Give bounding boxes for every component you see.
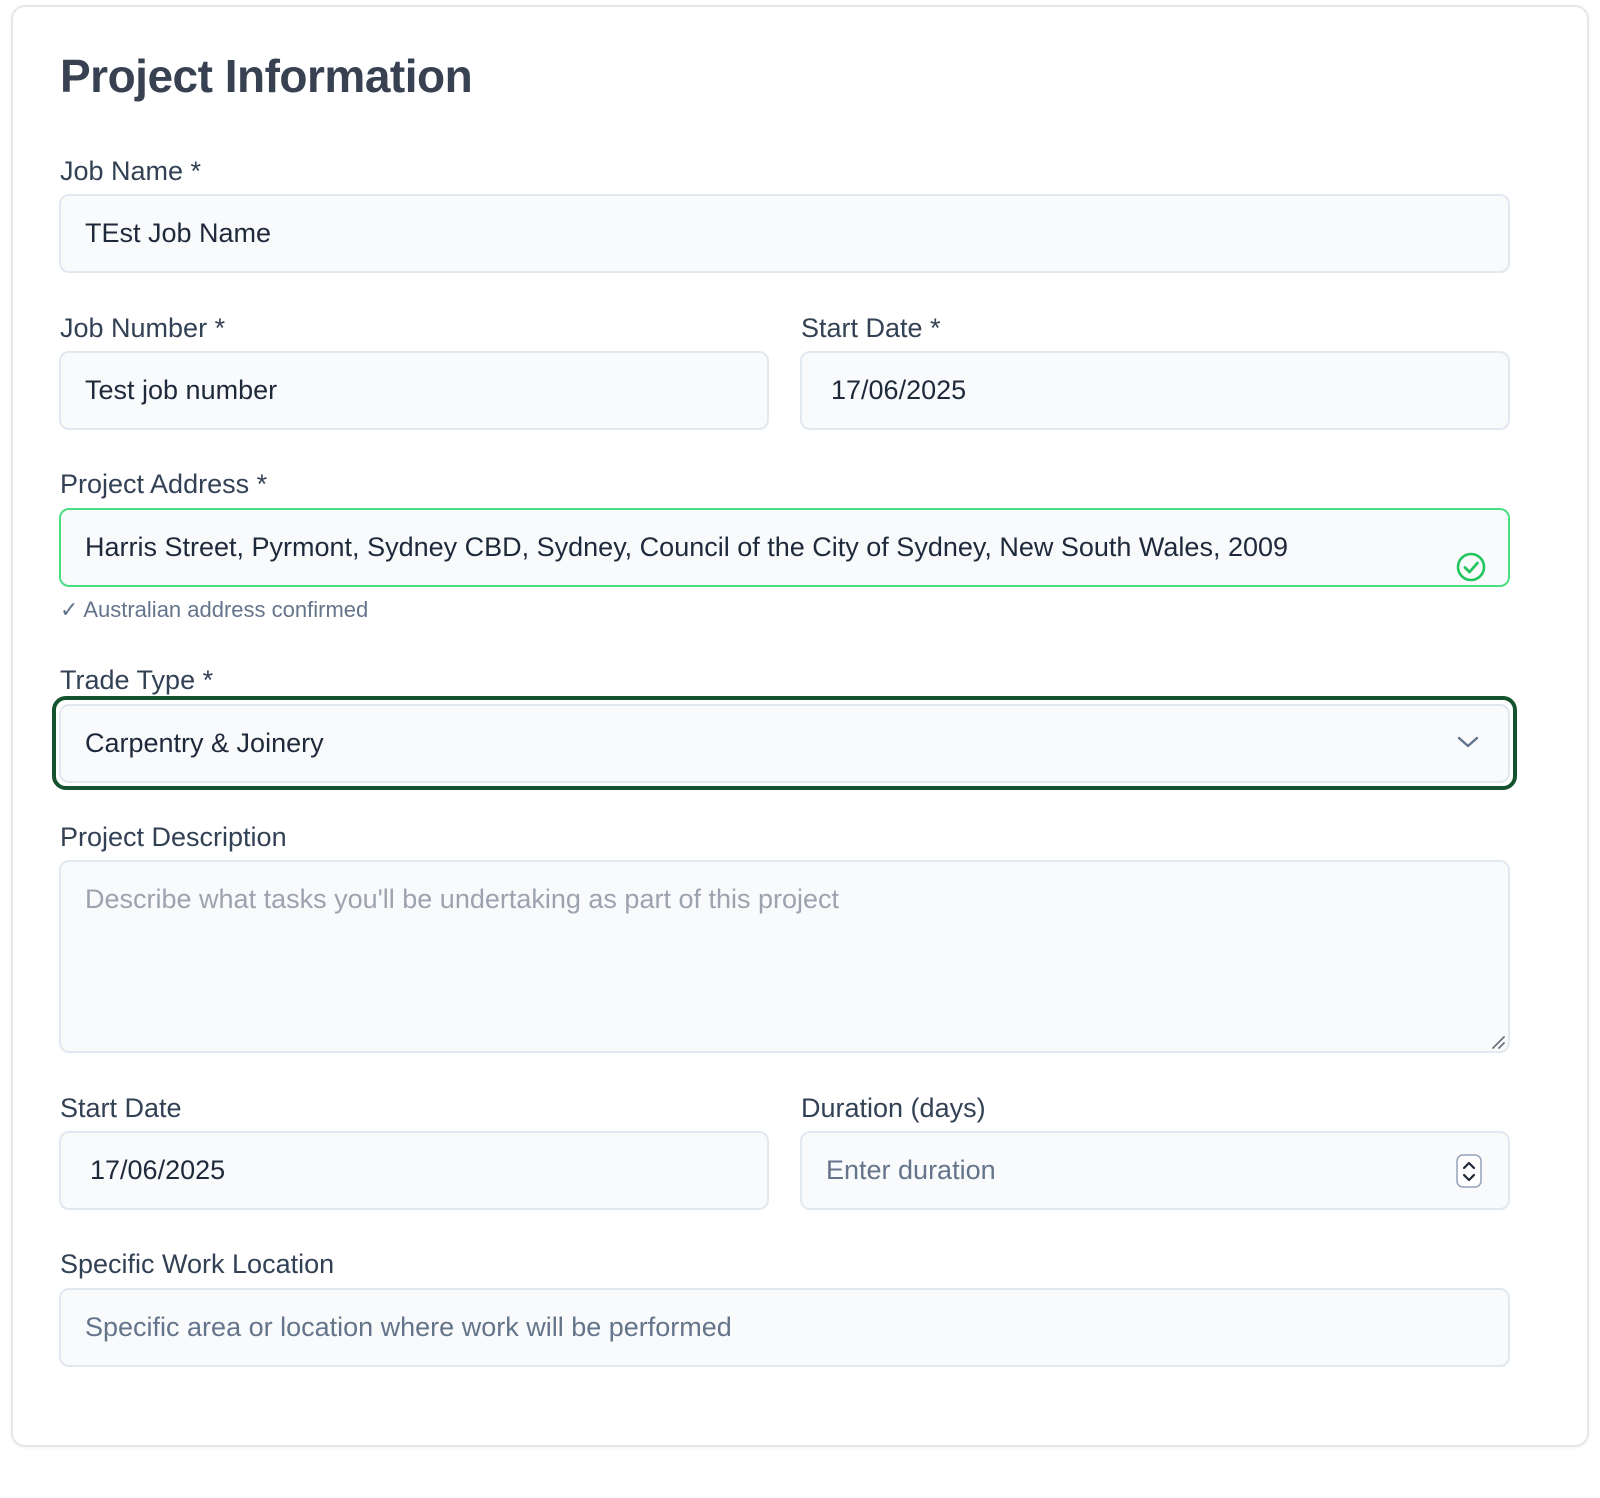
start-date-value: 17/06/2025 [90,1155,226,1185]
job-number-value: Test job number [85,375,278,405]
trade-type-label: Trade Type * [60,665,214,695]
duration-label: Duration (days) [801,1093,986,1123]
start-date-required-label: Start Date * [801,313,941,343]
address-confirmed-helper: ✓ Australian address confirmed [60,597,369,622]
work-location-placeholder: Specific area or location where work wil… [85,1312,732,1342]
work-location-input[interactable]: Specific area or location where work wil… [59,1288,1510,1367]
job-name-value: TEst Job Name [85,218,272,248]
resize-handle-icon[interactable] [1490,1034,1506,1050]
job-number-input[interactable]: Test job number [59,351,769,430]
start-date-input[interactable]: 17/06/2025 [59,1131,769,1210]
job-number-label: Job Number * [60,313,226,343]
start-date-required-input[interactable]: 17/06/2025 [800,351,1510,430]
chevron-down-icon [1457,736,1479,748]
work-location-label: Specific Work Location [60,1249,335,1279]
duration-input[interactable]: Enter duration [800,1131,1510,1210]
spinner-arrows-icon[interactable] [1456,1154,1482,1188]
project-description-label: Project Description [60,822,287,852]
check-circle-icon [1456,552,1486,582]
start-date-label: Start Date [60,1093,182,1123]
project-description-textarea[interactable]: Describe what tasks you'll be undertakin… [59,860,1510,1053]
job-name-label: Job Name * [60,156,202,186]
trade-type-select[interactable]: Carpentry & Joinery [59,704,1510,783]
page-title: Project Information [60,50,473,102]
duration-placeholder: Enter duration [826,1155,996,1185]
job-name-input[interactable]: TEst Job Name [59,194,1510,273]
project-address-value: Harris Street, Pyrmont, Sydney CBD, Sydn… [85,532,1289,562]
project-description-placeholder: Describe what tasks you'll be undertakin… [85,884,840,914]
trade-type-value: Carpentry & Joinery [85,728,324,758]
project-address-label: Project Address * [60,469,268,499]
project-address-input[interactable]: Harris Street, Pyrmont, Sydney CBD, Sydn… [59,508,1510,587]
start-date-required-value: 17/06/2025 [831,375,967,405]
